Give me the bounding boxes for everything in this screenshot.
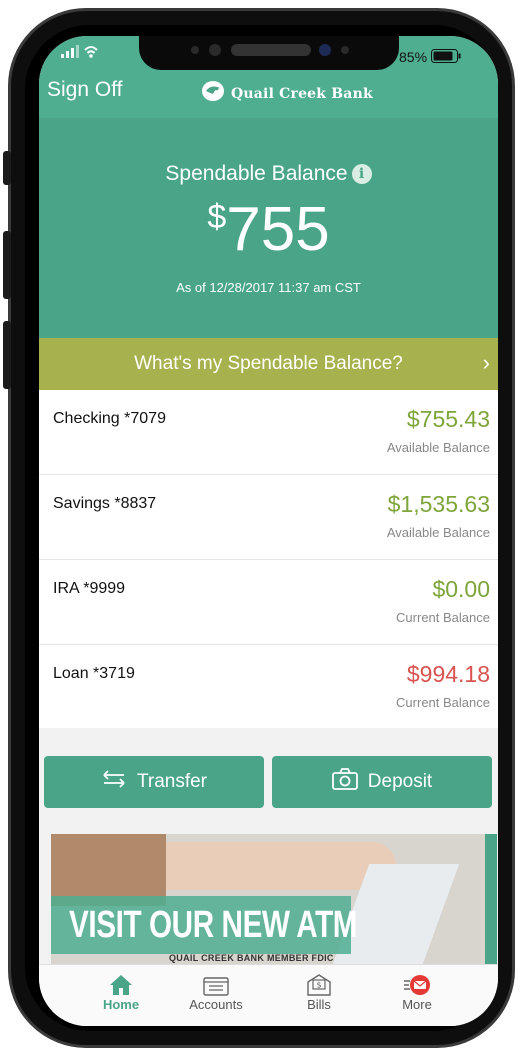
battery-icon xyxy=(431,48,461,66)
account-balance-type: Available Balance xyxy=(386,525,490,540)
bird-icon xyxy=(201,80,225,107)
account-row-ira[interactable]: IRA *9999 $0.00 Current Balance xyxy=(39,560,498,645)
tab-accounts-label: Accounts xyxy=(189,997,243,1012)
account-balance-type: Current Balance xyxy=(396,610,490,625)
notch xyxy=(139,36,399,70)
home-icon xyxy=(76,971,166,997)
header: 85% Sign Off Quail Creek Bank Spendable … xyxy=(39,36,498,338)
account-balance: $1,535.63 xyxy=(387,491,490,517)
tab-more-label: More xyxy=(402,997,432,1012)
account-name: Checking *7079 xyxy=(53,410,166,427)
transfer-label: Transfer xyxy=(136,771,208,792)
whats-my-spendable-balance-bar[interactable]: What's my Spendable Balance? › xyxy=(39,338,498,390)
action-buttons: Transfer Deposit xyxy=(39,728,498,828)
account-balance: $994.18 xyxy=(406,661,490,687)
info-icon[interactable]: i xyxy=(351,164,372,184)
account-balance: $0.00 xyxy=(432,576,490,602)
mute-switch xyxy=(3,151,11,185)
tab-bills[interactable]: $ Bills xyxy=(274,971,364,1012)
bank-name: Quail Creek Bank xyxy=(231,85,373,102)
balance-value: 755 xyxy=(226,195,330,264)
banner-fine-print: QUAIL CREEK BANK MEMBER FDIC xyxy=(169,953,334,963)
banner-headline: VISIT OUR NEW ATM xyxy=(69,904,358,946)
account-balance: $755.43 xyxy=(406,406,490,432)
bank-logo: Quail Creek Bank xyxy=(201,80,373,107)
bill-icon: $ xyxy=(274,971,364,997)
volume-up-button xyxy=(3,231,11,299)
transfer-icon xyxy=(101,770,127,794)
camera-icon xyxy=(331,768,358,796)
account-name: Savings *8837 xyxy=(53,495,157,512)
spendable-balance-label: Spendable Balance i xyxy=(39,162,498,186)
app-screen: 85% Sign Off Quail Creek Bank Spendable … xyxy=(39,36,498,1026)
tab-accounts[interactable]: Accounts xyxy=(171,971,261,1012)
svg-text:$: $ xyxy=(316,981,321,990)
account-name: Loan *3719 xyxy=(53,665,135,682)
account-row-savings[interactable]: Savings *8837 $1,535.63 Available Balanc… xyxy=(39,475,498,560)
transfer-button[interactable]: Transfer xyxy=(44,756,264,808)
mail-icon xyxy=(372,971,462,997)
battery-percent: 85% xyxy=(399,49,428,65)
tab-bills-label: Bills xyxy=(307,997,331,1012)
signal-icon xyxy=(61,44,99,66)
promo-banner[interactable]: VISIT OUR NEW ATM QUAIL CREEK BANK MEMBE… xyxy=(51,834,497,964)
banner-edge-stripe xyxy=(485,834,497,964)
as-of-timestamp: As of 12/28/2017 11:37 am CST xyxy=(176,280,361,295)
account-name: IRA *9999 xyxy=(53,580,126,597)
bottom-tab-bar: Home Accounts $ Bills More xyxy=(39,964,498,1026)
deposit-label: Deposit xyxy=(367,771,433,792)
account-row-checking[interactable]: Checking *7079 $755.43 Available Balance xyxy=(39,390,498,475)
tab-more[interactable]: More xyxy=(372,971,462,1012)
chevron-right-icon: › xyxy=(482,350,490,375)
spendable-balance-amount: $755 xyxy=(39,194,498,265)
account-balance-type: Current Balance xyxy=(396,695,490,710)
spendable-balance-text: Spendable Balance xyxy=(165,162,348,185)
folder-icon xyxy=(171,971,261,997)
whats-my-spendable-balance-label: What's my Spendable Balance? xyxy=(134,353,403,374)
account-list: Checking *7079 $755.43 Available Balance… xyxy=(39,390,498,729)
tab-home[interactable]: Home xyxy=(76,971,166,1012)
account-balance-type: Available Balance xyxy=(386,440,490,455)
volume-down-button xyxy=(3,321,11,389)
account-row-loan[interactable]: Loan *3719 $994.18 Current Balance xyxy=(39,645,498,729)
deposit-button[interactable]: Deposit xyxy=(272,756,492,808)
tab-home-label: Home xyxy=(102,997,140,1012)
currency-symbol: $ xyxy=(207,198,227,236)
battery-status: 85% xyxy=(399,46,461,68)
sign-off-link[interactable]: Sign Off xyxy=(47,78,123,102)
